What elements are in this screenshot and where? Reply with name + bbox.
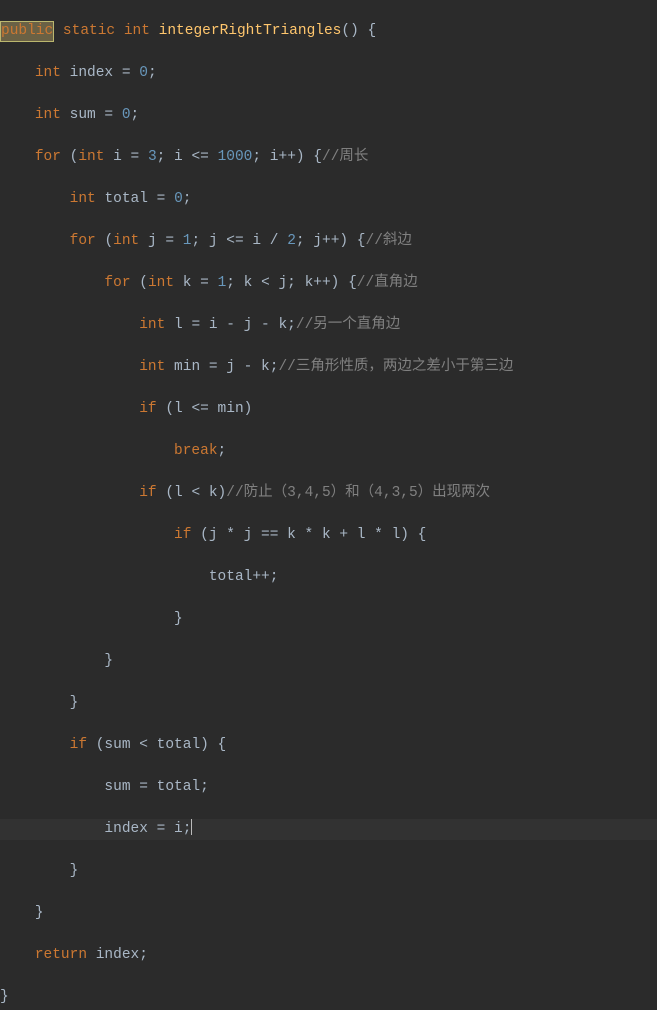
code-line[interactable]: for (int j = 1; j <= i / 2; j++) {//斜边 xyxy=(0,231,657,252)
code-line[interactable]: total++; xyxy=(0,567,657,588)
text-cursor xyxy=(191,819,192,835)
code-editor[interactable]: public static int integerRightTriangles(… xyxy=(0,0,657,1010)
selection-highlight: public xyxy=(0,21,54,42)
code-line[interactable]: } xyxy=(0,693,657,714)
code-line[interactable]: sum = total; xyxy=(0,777,657,798)
code-line[interactable]: } xyxy=(0,609,657,630)
code-line[interactable]: for (int i = 3; i <= 1000; i++) {//周长 xyxy=(0,147,657,168)
code-line[interactable]: for (int k = 1; k < j; k++) {//直角边 xyxy=(0,273,657,294)
code-line[interactable]: } xyxy=(0,987,657,1008)
code-line-current[interactable]: index = i; xyxy=(0,819,657,840)
code-line[interactable]: } xyxy=(0,861,657,882)
code-line[interactable]: int l = i - j - k;//另一个直角边 xyxy=(0,315,657,336)
code-line[interactable]: if (l <= min) xyxy=(0,399,657,420)
code-line[interactable]: int sum = 0; xyxy=(0,105,657,126)
code-line[interactable]: return index; xyxy=(0,945,657,966)
code-line[interactable]: break; xyxy=(0,441,657,462)
code-line[interactable]: if (l < k)//防止（3,4,5）和（4,3,5）出现两次 xyxy=(0,483,657,504)
code-line[interactable]: if (sum < total) { xyxy=(0,735,657,756)
code-line[interactable]: } xyxy=(0,651,657,672)
code-line[interactable]: int min = j - k;//三角形性质，两边之差小于第三边 xyxy=(0,357,657,378)
code-line[interactable]: int total = 0; xyxy=(0,189,657,210)
code-line[interactable]: public static int integerRightTriangles(… xyxy=(0,21,657,42)
code-line[interactable]: if (j * j == k * k + l * l) { xyxy=(0,525,657,546)
code-line[interactable]: } xyxy=(0,903,657,924)
code-line[interactable]: int index = 0; xyxy=(0,63,657,84)
